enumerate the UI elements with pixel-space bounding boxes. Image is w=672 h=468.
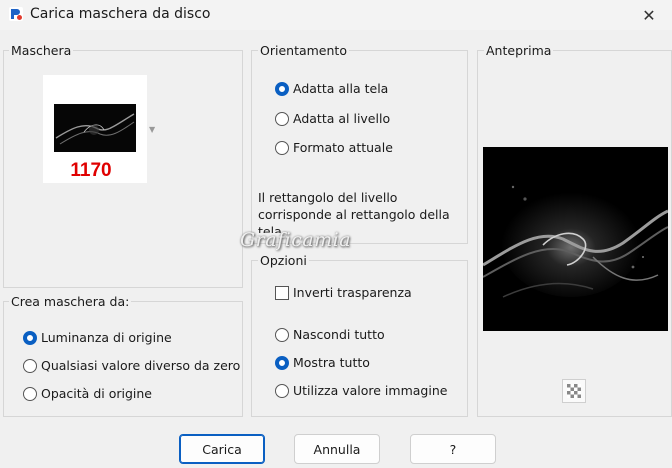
help-button[interactable]: ? xyxy=(410,434,496,464)
radio-label: Adatta al livello xyxy=(293,111,391,126)
radio-label: Formato attuale xyxy=(293,140,393,155)
radio-label: Utilizza valore immagine xyxy=(293,383,448,398)
orientation-info-text: Il rettangolo del livello corrisponde al… xyxy=(258,190,450,233)
radio-icon[interactable] xyxy=(275,327,289,342)
radio-label: Mostra tutto xyxy=(293,355,370,370)
radio-icon[interactable] xyxy=(275,81,289,96)
transparency-toggle-button[interactable] xyxy=(562,379,586,403)
radio-fit-layer[interactable]: Adatta al livello xyxy=(275,111,390,126)
radio-show-all[interactable]: Mostra tutto xyxy=(275,355,370,370)
radio-image-value[interactable]: Utilizza valore immagine xyxy=(275,383,447,398)
paint-shop-icon xyxy=(9,7,23,21)
chevron-down-icon[interactable]: ▼ xyxy=(149,125,155,134)
mask-group-label: Maschera xyxy=(9,43,74,58)
radio-icon[interactable] xyxy=(275,140,289,155)
mask-preview-image xyxy=(54,104,136,152)
radio-icon[interactable] xyxy=(275,355,289,370)
mask-number: 1170 xyxy=(70,160,112,181)
options-group-label: Opzioni xyxy=(258,253,309,268)
radio-source-luminance[interactable]: Luminanza di origine xyxy=(23,330,172,345)
radio-icon[interactable] xyxy=(23,330,37,345)
checkbox-label: Inverti trasparenza xyxy=(293,285,412,300)
radio-icon[interactable] xyxy=(275,383,289,398)
radio-fit-canvas[interactable]: Adatta alla tela xyxy=(275,81,388,96)
window-title: Carica maschera da disco xyxy=(30,6,211,22)
radio-icon[interactable] xyxy=(275,111,289,126)
radio-icon[interactable] xyxy=(23,386,37,401)
radio-hide-all[interactable]: Nascondi tutto xyxy=(275,327,385,342)
radio-label: Nascondi tutto xyxy=(293,327,385,342)
checkbox-icon[interactable] xyxy=(275,285,289,300)
watermark-logo: Graficamia xyxy=(240,229,352,251)
mask-thumbnail[interactable]: 1170 xyxy=(43,75,147,183)
radio-icon[interactable] xyxy=(23,358,37,373)
radio-source-opacity[interactable]: Opacità di origine xyxy=(23,386,152,401)
preview-image xyxy=(482,147,669,331)
close-icon: ✕ xyxy=(642,5,656,25)
create-mask-group-label: Crea maschera da: xyxy=(9,294,132,309)
radio-label: Luminanza di origine xyxy=(41,330,172,345)
orientation-group-label: Orientamento xyxy=(258,43,349,58)
checkerboard-icon xyxy=(567,384,581,398)
load-button[interactable]: Carica xyxy=(179,434,265,464)
preview-swirl xyxy=(482,147,669,331)
title-bar: Carica maschera da disco ✕ xyxy=(0,0,672,30)
radio-current-size[interactable]: Formato attuale xyxy=(275,140,393,155)
radio-label: Opacità di origine xyxy=(41,386,152,401)
radio-label: Qualsiasi valore diverso da zero xyxy=(41,358,241,373)
preview-group-label: Anteprima xyxy=(484,43,554,58)
radio-nonzero-value[interactable]: Qualsiasi valore diverso da zero xyxy=(23,358,240,373)
radio-label: Adatta alla tela xyxy=(293,81,389,96)
invert-transparency-checkbox[interactable]: Inverti trasparenza xyxy=(275,285,412,300)
cancel-button[interactable]: Annulla xyxy=(294,434,380,464)
close-button[interactable]: ✕ xyxy=(626,0,672,30)
